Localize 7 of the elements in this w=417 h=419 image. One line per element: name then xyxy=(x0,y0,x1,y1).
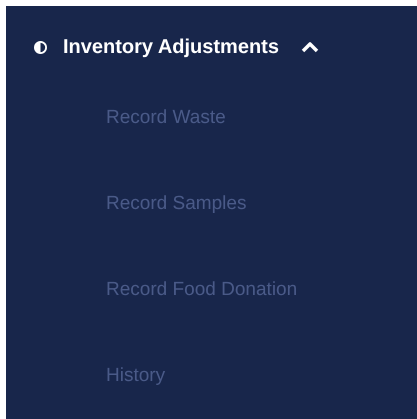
menu-group-toggle[interactable]: Inventory Adjustments xyxy=(6,6,417,66)
half-circle-icon xyxy=(34,40,47,54)
submenu-link[interactable]: Record Samples xyxy=(106,193,246,215)
chevron-up-icon xyxy=(300,41,319,53)
submenu-link[interactable]: History xyxy=(106,365,166,387)
submenu-link[interactable]: Record Waste xyxy=(106,107,226,129)
submenu-link[interactable]: Record Food Donation xyxy=(106,279,298,301)
